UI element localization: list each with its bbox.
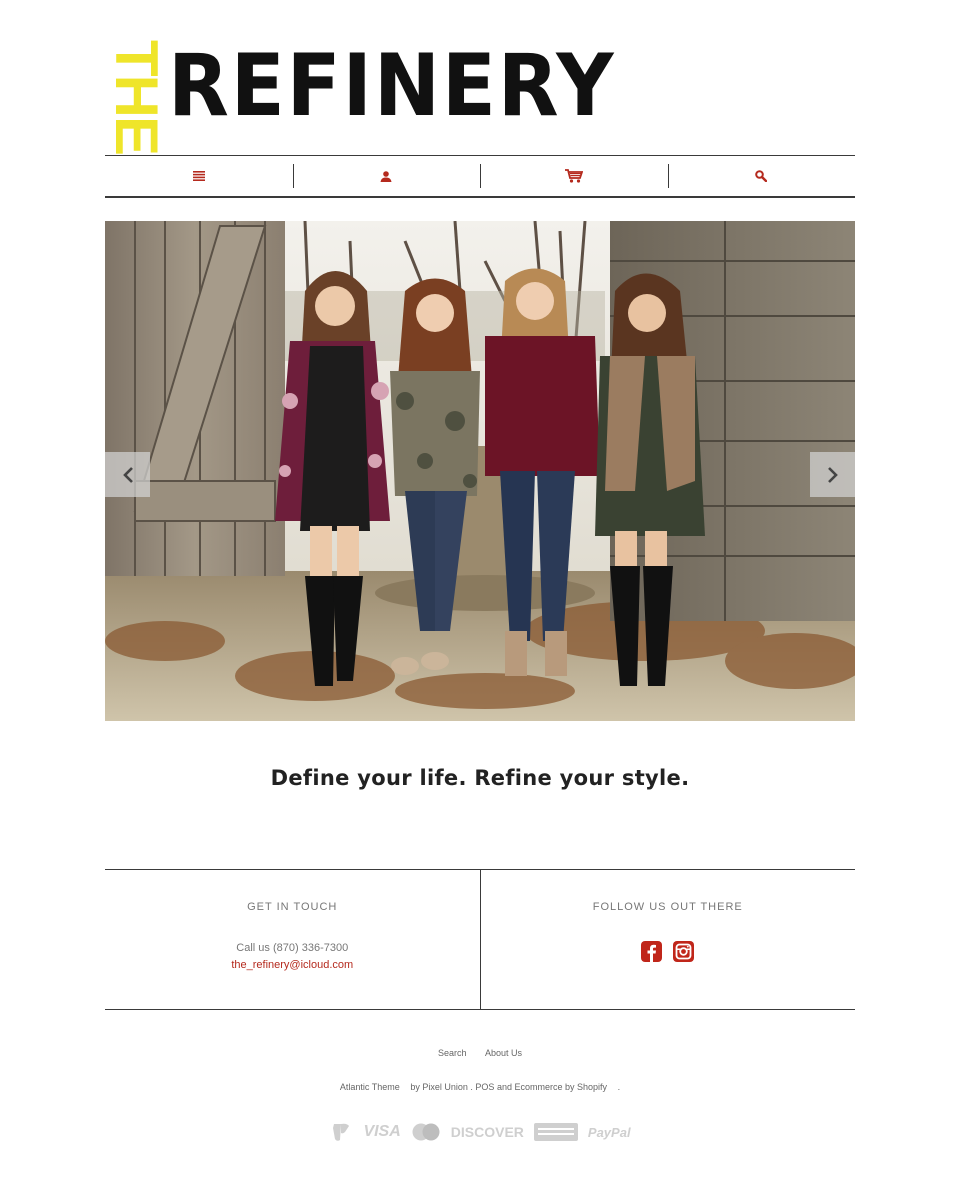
facebook-icon[interactable] <box>641 941 663 962</box>
instagram-icon[interactable] <box>673 941 695 962</box>
chevron-left-icon <box>122 466 133 483</box>
nav-account-button[interactable] <box>292 156 481 196</box>
contact-email-link[interactable]: the_refinery@icloud.com <box>105 959 480 971</box>
credit-theme-link[interactable]: Atlantic Theme <box>340 1082 400 1092</box>
payment-icons: VISA DISCOVER PayPal <box>0 1120 960 1144</box>
social-links <box>481 941 856 962</box>
venmo-icon <box>333 1123 350 1141</box>
logo-prefix-wrap: THE <box>103 40 170 154</box>
credit-maker-link[interactable]: Pixel Union <box>422 1082 468 1092</box>
discover-icon: DISCOVER <box>450 1124 524 1140</box>
logo-wordmark: REFINERY <box>168 36 616 136</box>
footer-nav: Search About Us <box>0 1048 960 1058</box>
footer-link-about-us[interactable]: About Us <box>485 1048 522 1058</box>
social-heading: FOLLOW US OUT THERE <box>592 901 743 913</box>
account-icon <box>380 170 392 182</box>
logo-prefix: THE <box>103 40 170 154</box>
chevron-right-icon <box>827 466 838 483</box>
nav-menu-button[interactable] <box>105 156 293 196</box>
social-column: FOLLOW US OUT THERE <box>479 870 856 1009</box>
slideshow-prev-button[interactable] <box>105 452 150 497</box>
credit-ecommerce-link[interactable]: Ecommerce by Shopify <box>515 1082 608 1092</box>
credit-pos-link[interactable]: POS <box>475 1082 494 1092</box>
search-icon <box>755 170 768 182</box>
visa-icon: VISA <box>363 1123 401 1140</box>
hero-image <box>105 221 855 721</box>
hero-slideshow[interactable] <box>105 221 855 721</box>
cart-icon <box>564 169 583 183</box>
nav-cart-button[interactable] <box>480 156 668 196</box>
credit-dot-1: . <box>470 1082 473 1092</box>
credit-dot-2: . <box>617 1082 621 1092</box>
contact-column: GET IN TOUCH Call us (870) 336-7300 the_… <box>105 870 480 1009</box>
contact-heading: GET IN TOUCH <box>247 901 338 913</box>
american-express-icon <box>533 1123 578 1141</box>
paypal-icon: PayPal <box>587 1124 631 1140</box>
main-nav <box>105 155 855 198</box>
menu-icon <box>192 171 205 181</box>
slideshow-next-button[interactable] <box>810 452 855 497</box>
contact-phone: Call us (870) 336-7300 <box>236 942 349 954</box>
footer-info: GET IN TOUCH Call us (870) 336-7300 the_… <box>105 869 855 1010</box>
credit-and: and <box>496 1082 512 1092</box>
nav-search-button[interactable] <box>667 156 856 196</box>
footer-credits: Atlantic Theme by Pixel Union . POS and … <box>0 1082 960 1092</box>
credit-by: by <box>410 1082 420 1092</box>
mastercard-icon <box>412 1123 440 1141</box>
tagline: Define your life. Refine your style. <box>270 766 690 790</box>
footer-link-search[interactable]: Search <box>438 1048 467 1058</box>
store-logo[interactable]: THE REFINERY <box>103 38 613 154</box>
